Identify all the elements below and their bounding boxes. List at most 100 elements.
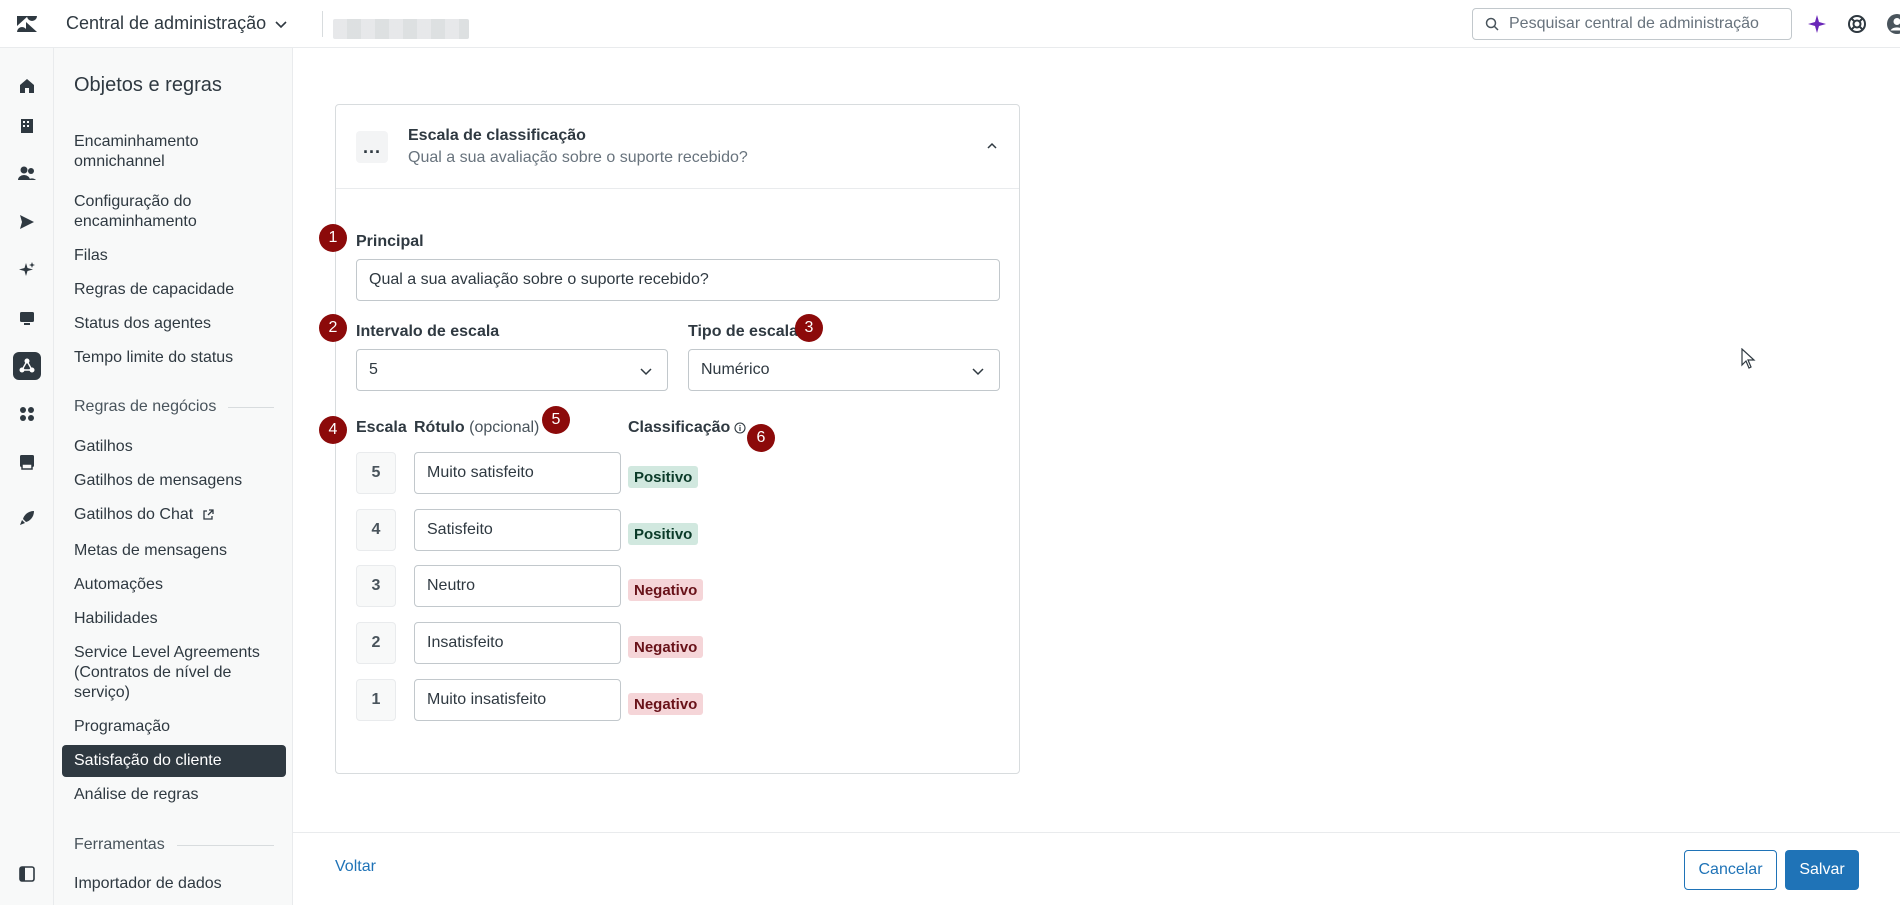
scale-label-input-1[interactable]: Muito insatisfeito xyxy=(414,679,621,721)
app-title: Central de administração xyxy=(66,13,267,33)
sidebar-item-label: Gatilhos do Chat xyxy=(74,506,194,523)
classification-badge-negative: Negativo xyxy=(628,579,704,601)
divider xyxy=(176,844,274,846)
sidebar-item-chat-triggers[interactable]: Gatilhos do Chat xyxy=(74,505,274,525)
sidebar-item-customer-satisfaction[interactable]: Satisfação do cliente xyxy=(62,745,286,777)
more-options-button[interactable]: ... xyxy=(356,131,388,163)
optional-hint: (opcional) xyxy=(469,419,540,436)
classification-badge-negative: Negativo xyxy=(628,693,704,715)
top-bar: Central de administração Pesquisar centr… xyxy=(0,0,1900,48)
scale-value-5: 5 xyxy=(356,452,396,494)
sidebar-toggle-icon[interactable] xyxy=(13,860,41,888)
main-content: ... Escala de classificação Qual a sua a… xyxy=(293,48,1900,905)
scale-label-input-3[interactable]: Neutro xyxy=(414,565,621,607)
scale-interval-select[interactable]: 5 xyxy=(356,349,668,391)
ai-sparkle-icon[interactable] xyxy=(1805,12,1829,36)
rating-scale-card: ... Escala de classificação Qual a sua a… xyxy=(335,104,1020,774)
rocket-icon[interactable] xyxy=(13,504,41,532)
label-column-header: Rótulo (opcional) xyxy=(414,419,539,437)
sidebar-item-rules-analysis[interactable]: Análise de regras xyxy=(74,785,274,805)
info-icon[interactable] xyxy=(734,422,746,434)
classification-column-title: Classificação xyxy=(628,419,731,436)
principal-label: Principal xyxy=(356,233,424,250)
sidebar-item-messaging-triggers[interactable]: Gatilhos de mensagens xyxy=(74,471,274,491)
annotation-marker-2: 2 xyxy=(319,314,347,342)
back-button[interactable]: Voltar xyxy=(335,858,376,876)
annotation-marker-3: 3 xyxy=(795,314,823,342)
scale-type-label: Tipo de escala xyxy=(688,323,798,340)
home-icon[interactable] xyxy=(13,72,41,100)
people-icon[interactable] xyxy=(13,160,41,188)
sidebar-item-routing-config[interactable]: Configuração do encaminhamento xyxy=(74,192,274,232)
sidebar-item-schedules[interactable]: Programação xyxy=(74,717,274,737)
section-label: Ferramentas xyxy=(74,836,165,853)
sidebar-item-sla[interactable]: Service Level Agreements (Contratos de n… xyxy=(74,643,274,703)
scale-type-select[interactable]: Numérico xyxy=(688,349,1000,391)
classification-badge-negative: Negativo xyxy=(628,636,704,658)
annotation-marker-4: 4 xyxy=(319,416,347,444)
divider xyxy=(228,406,274,408)
scale-interval-label: Intervalo de escala xyxy=(356,323,500,340)
external-link-icon xyxy=(202,509,214,520)
search-placeholder: Pesquisar central de administração xyxy=(1509,15,1759,32)
sidebar-nav: Objetos e regras Encaminhamento omnichan… xyxy=(54,48,293,905)
chevron-up-icon[interactable] xyxy=(985,139,999,153)
annotation-marker-6: 6 xyxy=(747,424,775,452)
scale-column-header: Escala xyxy=(356,419,407,436)
workspace-icon[interactable] xyxy=(13,304,41,332)
search-input[interactable]: Pesquisar central de administração xyxy=(1472,8,1792,40)
search-icon xyxy=(1485,17,1499,31)
card-subtitle: Qual a sua avaliação sobre o suporte rec… xyxy=(408,149,748,166)
section-tools: Ferramentas xyxy=(74,836,274,854)
sidebar-item-messaging-goals[interactable]: Metas de mensagens xyxy=(74,541,274,561)
blurred-account-name xyxy=(333,18,470,39)
sidebar-item-skills[interactable]: Habilidades xyxy=(74,609,274,629)
scale-value-2: 2 xyxy=(356,622,396,664)
zendesk-logo-icon[interactable] xyxy=(0,0,54,48)
section-business-rules: Regras de negócios xyxy=(74,398,274,416)
account-icon[interactable] xyxy=(13,448,41,476)
sidebar-item-omnichannel[interactable]: Encaminhamento omnichannel xyxy=(74,132,274,172)
scale-label-input-2[interactable]: Insatisfeito xyxy=(414,622,621,664)
scale-label-input-5[interactable]: Muito satisfeito xyxy=(414,452,621,494)
building-icon[interactable] xyxy=(13,112,41,140)
classification-column-header: Classificação xyxy=(628,419,746,437)
send-icon[interactable] xyxy=(13,208,41,236)
sidebar-item-queues[interactable]: Filas xyxy=(74,246,274,266)
card-header[interactable]: ... Escala de classificação Qual a sua a… xyxy=(336,105,1019,189)
classification-badge-positive: Positivo xyxy=(628,523,699,545)
scale-value-1: 1 xyxy=(356,679,396,721)
ai-icon[interactable] xyxy=(13,256,41,284)
label-column-title: Rótulo xyxy=(414,419,465,436)
scale-type-value: Numérico xyxy=(701,361,770,378)
sidebar-item-data-importer[interactable]: Importador de dados xyxy=(74,874,274,894)
chevron-down-icon xyxy=(275,20,287,28)
annotation-marker-1: 1 xyxy=(319,224,347,252)
scale-label-input-4[interactable]: Satisfeito xyxy=(414,509,621,551)
sidebar-item-status-timeout[interactable]: Tempo limite do status xyxy=(74,348,274,368)
sidebar-item-automations[interactable]: Automações xyxy=(74,575,274,595)
avatar[interactable] xyxy=(1885,12,1900,36)
scale-value-3: 3 xyxy=(356,565,396,607)
scale-value-4: 4 xyxy=(356,509,396,551)
scale-interval-value: 5 xyxy=(369,361,378,378)
save-button[interactable]: Salvar xyxy=(1785,850,1859,890)
sidebar-item-agent-status[interactable]: Status dos agentes xyxy=(74,314,274,334)
mouse-cursor-icon xyxy=(1741,348,1756,369)
divider xyxy=(322,10,324,37)
help-icon[interactable] xyxy=(1845,12,1869,36)
app-switcher[interactable]: Central de administração xyxy=(66,13,288,34)
page-footer: Voltar Cancelar Salvar xyxy=(293,832,1900,905)
apps-icon[interactable] xyxy=(13,400,41,428)
classification-badge-positive: Positivo xyxy=(628,466,699,488)
cancel-button[interactable]: Cancelar xyxy=(1684,850,1777,890)
sidebar-item-capacity-rules[interactable]: Regras de capacidade xyxy=(74,280,274,300)
sidebar-item-triggers[interactable]: Gatilhos xyxy=(74,437,274,457)
principal-input[interactable]: Qual a sua avaliação sobre o suporte rec… xyxy=(356,259,1000,301)
chevron-down-icon xyxy=(972,368,984,376)
card-title: Escala de classificação xyxy=(408,127,586,144)
product-icon-rail xyxy=(0,48,54,905)
objects-rules-icon[interactable] xyxy=(13,352,41,380)
sidebar-title: Objetos e regras xyxy=(74,74,222,96)
annotation-marker-5: 5 xyxy=(542,406,570,434)
